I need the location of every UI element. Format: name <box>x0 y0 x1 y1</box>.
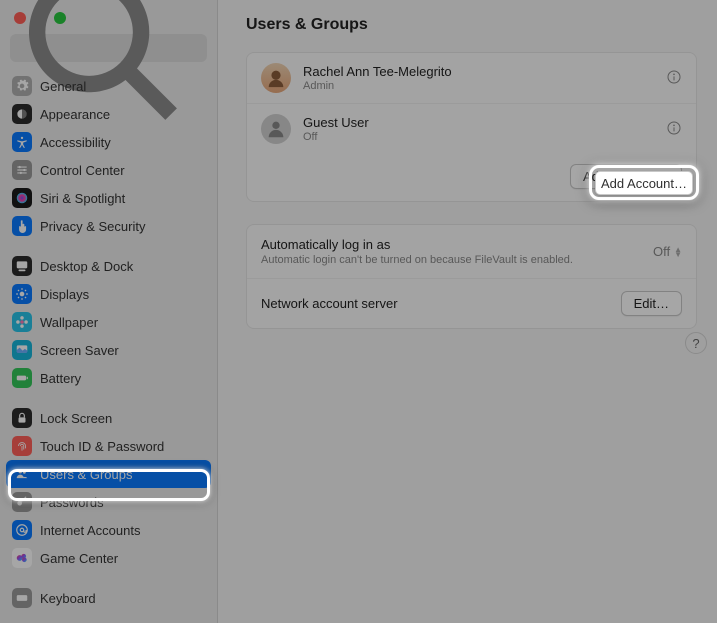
sidebar-item-control-center[interactable]: Control Center <box>6 156 211 184</box>
sidebar-item-passwords[interactable]: Passwords <box>6 488 211 516</box>
battery-icon <box>12 368 32 388</box>
sidebar-item-label: Passwords <box>40 495 104 510</box>
sidebar-item-screensaver[interactable]: Screen Saver <box>6 336 211 364</box>
edit-network-server-button[interactable]: Edit… <box>621 291 682 316</box>
help-button[interactable]: ? <box>685 332 707 354</box>
avatar <box>261 63 291 93</box>
sidebar-item-users-groups[interactable]: Users & Groups <box>6 460 211 488</box>
user-row[interactable]: Rachel Ann Tee-MelegritoAdmin <box>247 53 696 104</box>
sidebar-item-battery[interactable]: Battery <box>6 364 211 392</box>
fingerprint-icon <box>12 436 32 456</box>
sidebar-item-internet-accounts[interactable]: Internet Accounts <box>6 516 211 544</box>
sidebar-item-label: Battery <box>40 371 81 386</box>
info-icon[interactable] <box>666 69 682 88</box>
sidebar-item-wallpaper[interactable]: Wallpaper <box>6 308 211 336</box>
user-role: Admin <box>303 80 654 92</box>
sidebar-nav: General Appearance Accessibility Control Ce… <box>0 72 217 616</box>
at-icon <box>12 520 32 540</box>
sidebar-item-keyboard[interactable]: Keyboard <box>6 584 211 612</box>
sidebar-item-displays[interactable]: Displays <box>6 280 211 308</box>
updown-icon: ▲▼ <box>674 247 682 257</box>
sidebar-item-label: Siri & Spotlight <box>40 191 125 206</box>
user-role: Off <box>303 131 654 143</box>
dock-icon <box>12 256 32 276</box>
user-name: Rachel Ann Tee-Melegrito <box>303 64 654 79</box>
key-icon <box>12 492 32 512</box>
sidebar-item-label: Appearance <box>40 107 110 122</box>
sidebar-item-desktop-dock[interactable]: Desktop & Dock <box>6 252 211 280</box>
siri-icon <box>12 188 32 208</box>
search-input[interactable] <box>199 40 203 57</box>
lock-icon <box>12 408 32 428</box>
auto-login-value-text: Off <box>653 244 670 259</box>
sidebar-item-lock-screen[interactable]: Lock Screen <box>6 404 211 432</box>
network-account-title: Network account server <box>261 296 611 311</box>
avatar <box>261 114 291 144</box>
sidebar-item-label: Screen Saver <box>40 343 119 358</box>
hand-icon <box>12 216 32 236</box>
sidebar-item-label: Displays <box>40 287 89 302</box>
auto-login-title: Automatically log in as <box>261 237 643 252</box>
sidebar-item-label: Keyboard <box>40 591 96 606</box>
network-account-row: Network account server Edit… <box>247 279 696 328</box>
sidebar-item-label: Control Center <box>40 163 125 178</box>
sidebar-item-label: Game Center <box>40 551 118 566</box>
page-title: Users & Groups <box>246 16 697 34</box>
sidebar-item-label: Accessibility <box>40 135 111 150</box>
login-settings-panel: Automatically log in as Automatic login … <box>246 224 697 329</box>
keyboard-icon <box>12 588 32 608</box>
content-pane: Users & Groups Rachel Ann Tee-MelegritoA… <box>218 0 717 623</box>
search-field[interactable] <box>10 34 207 62</box>
auto-login-value: Off ▲▼ <box>653 244 682 259</box>
sidebar-item-label: General <box>40 79 86 94</box>
sidebar-item-label: Lock Screen <box>40 411 112 426</box>
sidebar-item-privacy[interactable]: Privacy & Security <box>6 212 211 240</box>
user-name: Guest User <box>303 115 654 130</box>
sidebar-item-accessibility[interactable]: Accessibility <box>6 128 211 156</box>
accessibility-icon <box>12 132 32 152</box>
sidebar-item-appearance[interactable]: Appearance <box>6 100 211 128</box>
sidebar-item-label: Privacy & Security <box>40 219 145 234</box>
users-icon <box>12 464 32 484</box>
gear-icon <box>12 76 32 96</box>
sidebar-item-label: Internet Accounts <box>40 523 140 538</box>
sun-icon <box>12 284 32 304</box>
user-row[interactable]: Guest UserOff <box>247 104 696 154</box>
appearance-icon <box>12 104 32 124</box>
screensaver-icon <box>12 340 32 360</box>
info-icon[interactable] <box>666 120 682 139</box>
sidebar: General Appearance Accessibility Control Ce… <box>0 0 218 623</box>
flower-icon <box>12 312 32 332</box>
sliders-icon <box>12 160 32 180</box>
sidebar-item-label: Users & Groups <box>40 467 132 482</box>
sidebar-item-siri[interactable]: Siri & Spotlight <box>6 184 211 212</box>
auto-login-note: Automatic login can't be turned on becau… <box>261 254 643 266</box>
sidebar-item-touchid[interactable]: Touch ID & Password <box>6 432 211 460</box>
sidebar-item-label: Wallpaper <box>40 315 98 330</box>
sidebar-item-game-center[interactable]: Game Center <box>6 544 211 572</box>
game-icon <box>12 548 32 568</box>
sidebar-item-general[interactable]: General <box>6 72 211 100</box>
sidebar-item-label: Touch ID & Password <box>40 439 164 454</box>
add-account-button-highlighted[interactable]: Add Account… <box>595 171 693 195</box>
sidebar-item-label: Desktop & Dock <box>40 259 133 274</box>
auto-login-row[interactable]: Automatically log in as Automatic login … <box>247 225 696 279</box>
